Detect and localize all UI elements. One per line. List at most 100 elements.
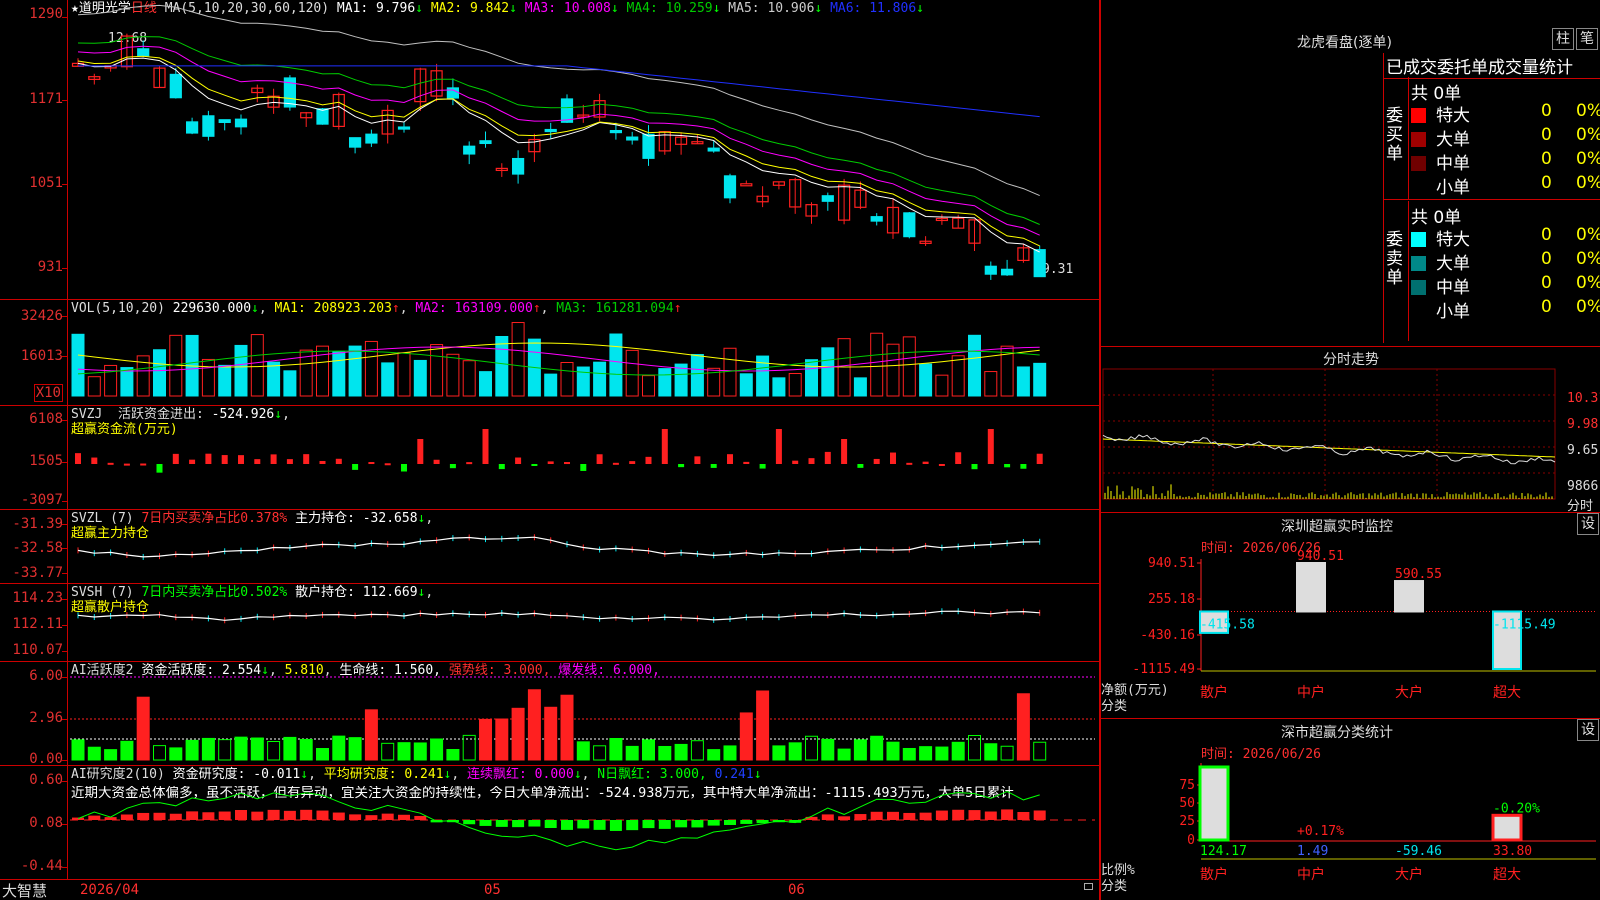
candle-body bbox=[609, 129, 623, 134]
ai-research-chart[interactable] bbox=[0, 766, 1099, 880]
ai-activity-chart[interactable] bbox=[0, 662, 1099, 766]
lhb-table: 已成交委托单成交量统计 委买单 共 0单 特大00%大单00%中单00%小单00… bbox=[1383, 53, 1600, 343]
lhb-row: 大单 0 0% bbox=[1411, 249, 1600, 274]
sell-section: 委卖单 共 0单 特大00%大单00%中单00%小单00% bbox=[1384, 201, 1600, 341]
research-bar bbox=[691, 820, 704, 828]
sz-class-panel: 深市超赢分类统计 设 时间: 2026/06/26 比例% 分类 75 50 25 0… bbox=[1099, 718, 1600, 900]
research-bar bbox=[724, 820, 736, 825]
volume-bar bbox=[821, 347, 835, 397]
lhb-row: 小单 0 0% bbox=[1411, 297, 1600, 322]
research-bar bbox=[1001, 809, 1014, 820]
tick-mode-button[interactable]: 笔 bbox=[1576, 28, 1598, 50]
candle-body bbox=[544, 128, 557, 133]
axis-tick-label: 255.18 bbox=[1148, 592, 1195, 607]
volume-bar bbox=[267, 361, 281, 397]
volume-bar bbox=[788, 373, 802, 397]
svsh-pane[interactable]: 114.23 112.11 110.07 SVSH (7) 7日内买卖净占比0.… bbox=[0, 584, 1099, 662]
activity-bar bbox=[593, 745, 607, 761]
fund-flow-bar bbox=[172, 453, 179, 464]
activity-bar bbox=[120, 740, 134, 761]
grid-border bbox=[1102, 368, 1556, 500]
row-name: 大单 bbox=[1436, 130, 1470, 150]
moving-average-line bbox=[77, 45, 1040, 236]
candlestick-chart[interactable] bbox=[0, 0, 1099, 300]
fund-flow-bar bbox=[107, 462, 114, 465]
fund-flow-bar bbox=[694, 456, 701, 464]
volume-bar bbox=[951, 355, 965, 397]
fund-flow-bar bbox=[955, 452, 962, 464]
research-bar bbox=[398, 814, 410, 820]
candle-body bbox=[218, 119, 231, 124]
candle-body bbox=[740, 183, 753, 187]
month-label: 05 bbox=[484, 882, 501, 898]
research-bar bbox=[202, 812, 215, 820]
research-bar bbox=[414, 815, 427, 820]
activity-bar bbox=[234, 736, 248, 761]
fund-flow-bar bbox=[547, 461, 554, 464]
volume-bar bbox=[902, 336, 916, 397]
lock-icon[interactable] bbox=[1084, 883, 1093, 890]
fund-flow-bar bbox=[352, 464, 359, 470]
fund-flow-bar bbox=[417, 439, 424, 464]
lhb-title: 龙虎看盘(逐单) bbox=[1297, 35, 1392, 51]
activity-bar bbox=[332, 735, 346, 761]
activity-bar bbox=[527, 689, 541, 761]
svzl-chart[interactable] bbox=[0, 510, 1099, 584]
row-pct: 0% bbox=[1576, 101, 1600, 121]
activity-bar bbox=[218, 739, 232, 761]
research-bar bbox=[740, 820, 753, 824]
svzl-pane[interactable]: -31.39 -32.58 -33.77 SVZL (7) 7日内买卖净占比0.… bbox=[0, 510, 1099, 584]
fund-flow-bar bbox=[1036, 453, 1043, 464]
bar-value-label: 1.49 bbox=[1297, 844, 1328, 859]
activity-bar bbox=[723, 745, 737, 761]
research-bar bbox=[903, 812, 916, 820]
row-pct: 0% bbox=[1576, 297, 1600, 317]
volume-chart[interactable] bbox=[0, 300, 1099, 406]
fund-flow-bar bbox=[303, 454, 310, 464]
research-bar bbox=[887, 811, 899, 820]
activity-bar bbox=[71, 739, 85, 761]
bar-mode-button[interactable]: 柱 bbox=[1552, 28, 1574, 50]
research-bar bbox=[512, 820, 525, 828]
svzj-chart[interactable] bbox=[0, 406, 1099, 510]
candle-body bbox=[137, 48, 150, 57]
svsh-chart[interactable] bbox=[0, 584, 1099, 662]
fund-flow-bar bbox=[596, 454, 603, 464]
research-bar bbox=[88, 815, 101, 820]
volume-bar bbox=[283, 370, 297, 397]
category-label: 大户 bbox=[1395, 866, 1423, 883]
research-bar bbox=[186, 811, 199, 820]
volume-bar bbox=[886, 343, 900, 397]
intraday-panel[interactable]: 分时走势 10.31 9.98 9.65 9866 分时 bbox=[1099, 346, 1600, 514]
fund-flow-bar bbox=[1020, 464, 1027, 469]
axis-tick-label: 0 bbox=[1187, 833, 1195, 848]
sz-monitor-chart[interactable]: 940.51 255.18 -430.16 -1115.49 -415.58 散户 940.… bbox=[1101, 513, 1600, 719]
fund-flow-bar bbox=[91, 457, 98, 464]
fund-flow-bar bbox=[205, 453, 212, 464]
research-bar bbox=[251, 811, 264, 820]
candle-body bbox=[479, 140, 492, 145]
svzj-pane[interactable]: 6108 1505 -3097 SVZJ 活跃资金进出: -524.926↓, … bbox=[0, 406, 1099, 510]
holding-line bbox=[77, 536, 1040, 558]
row-count: 0 bbox=[1541, 273, 1552, 293]
activity-bar bbox=[201, 737, 215, 761]
activity-bar bbox=[185, 739, 199, 761]
row-count: 0 bbox=[1541, 297, 1552, 317]
sz-class-chart[interactable]: 75 50 25 0 124.17 散户 1.49 +0.17% 中户 -59.46 大户 33.80… bbox=[1101, 719, 1600, 900]
volume-bar bbox=[218, 364, 232, 397]
ai-activity-pane[interactable]: 6.00 2.96 0.00 AI活跃度2 资金活跃度: 2.554↓, 5.8… bbox=[0, 662, 1099, 767]
volume-pane[interactable]: 32426 16013 X10 VOL(5,10,20) 229630.000↓… bbox=[0, 300, 1099, 406]
candle-pane[interactable]: 1290 1171 1051 931 ★道明光学日线 MA(5,10,20,30… bbox=[0, 0, 1099, 300]
activity-bar bbox=[560, 694, 574, 761]
research-bar bbox=[870, 811, 883, 820]
chart-area[interactable]: 1290 1171 1051 931 ★道明光学日线 MA(5,10,20,30… bbox=[0, 0, 1099, 900]
research-bar bbox=[153, 812, 166, 820]
legend-swatch bbox=[1411, 156, 1426, 171]
ai-research-pane[interactable]: 0.60 0.08 -0.44 AI研究度2(10) 资金研究度: -0.011… bbox=[0, 766, 1099, 880]
volume-bar bbox=[625, 349, 639, 397]
fund-flow-bar bbox=[629, 461, 636, 464]
research-bar bbox=[169, 813, 182, 820]
activity-bar bbox=[805, 735, 818, 761]
row-name: 大单 bbox=[1436, 254, 1470, 274]
intraday-chart[interactable] bbox=[1101, 347, 1600, 513]
